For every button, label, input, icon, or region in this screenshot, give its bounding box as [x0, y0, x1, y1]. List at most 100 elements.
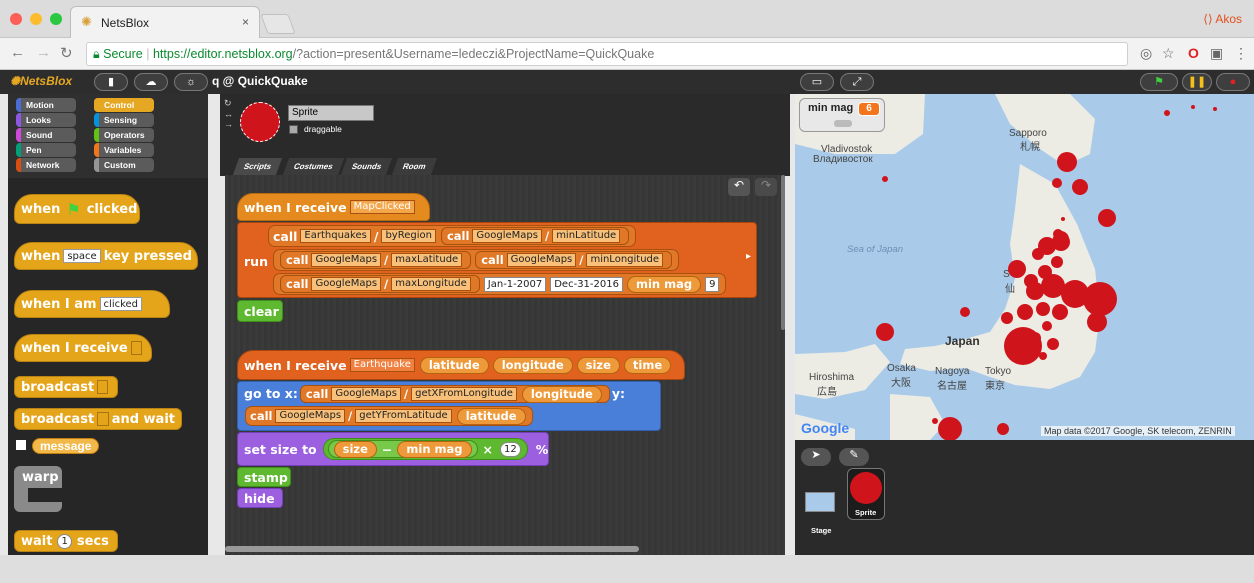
category-variables[interactable]: Variables — [94, 143, 154, 157]
wait-seconds-input[interactable]: 1 — [57, 533, 72, 549]
when-i-am-clicked-block[interactable]: when I am clicked — [14, 290, 170, 318]
minus-operator[interactable]: size − min mag — [327, 440, 478, 458]
tab-room[interactable]: Room — [391, 158, 437, 175]
param-longitude[interactable]: longitude — [492, 356, 573, 374]
when-flag-clicked-block[interactable]: when ⚑ clicked — [14, 194, 140, 224]
size-factor-input[interactable]: 12 — [499, 441, 521, 457]
call-getxfromlongitude[interactable]: call GoogleMaps / getXFromLongitude longitud… — [299, 385, 610, 403]
pause-button[interactable]: ❚❚ — [1182, 73, 1212, 91]
stage[interactable]: min mag 6 Sapporo 札幌 Vladivostok Владиво… — [795, 94, 1254, 440]
run-arrow-icon[interactable]: ▸ — [746, 251, 751, 262]
category-sound[interactable]: Sound — [16, 128, 76, 142]
when-i-receive-block[interactable]: when I receive — [14, 334, 152, 362]
message-reporter[interactable]: message — [32, 438, 100, 454]
tab-scripts[interactable]: Scripts — [232, 158, 283, 175]
star-icon[interactable]: ☆ — [1162, 45, 1175, 62]
location-icon[interactable]: ◎ — [1140, 45, 1152, 62]
earthquake-dropdown[interactable]: Earthquake — [349, 358, 415, 372]
category-custom[interactable]: Custom — [94, 158, 154, 172]
new-tab-button[interactable] — [260, 14, 296, 34]
start-date-input[interactable]: Jan-1-2007 — [483, 276, 547, 292]
call-earthquakes-byregion[interactable]: call Earthquakes / byRegion call GoogleMaps /… — [268, 225, 637, 247]
paint-sprite-button[interactable]: ✎ — [839, 448, 869, 466]
cloud-menu-button[interactable]: ☁ — [134, 73, 168, 91]
opera-icon[interactable]: O — [1188, 45, 1199, 61]
category-motion[interactable]: Motion — [16, 98, 76, 112]
reload-icon[interactable]: ↻ — [60, 44, 73, 62]
param-size[interactable]: size — [576, 356, 620, 374]
earthquake-stamp — [1039, 352, 1047, 360]
redo-button[interactable]: ↷ — [755, 178, 777, 196]
call-minlongitude[interactable]: call GoogleMaps / minLongitude — [475, 251, 673, 269]
earthquake-stamp — [1191, 105, 1195, 109]
broadcast-and-wait-block[interactable]: broadcast and wait — [14, 408, 182, 430]
when-i-receive-mapclicked-block[interactable]: when I receive MapClicked — [237, 193, 430, 221]
set-size-block[interactable]: set size to size − min mag × 12 % — [237, 432, 549, 466]
param-time[interactable]: time — [623, 356, 672, 374]
param-latitude[interactable]: latitude — [419, 356, 489, 374]
limit-input[interactable]: 9 — [705, 276, 720, 292]
broadcast-block[interactable]: broadcast — [14, 376, 118, 398]
script-vertical-scrollbar[interactable] — [781, 175, 785, 330]
forward-icon[interactable]: → — [36, 44, 51, 61]
minimize-window-icon[interactable] — [30, 13, 42, 25]
close-window-icon[interactable] — [10, 13, 22, 25]
file-menu-button[interactable]: ▮ — [94, 73, 128, 91]
maximize-window-icon[interactable] — [50, 13, 62, 25]
extension-icon[interactable]: ▣ — [1210, 45, 1223, 62]
byregion-args-row-1: call GoogleMaps / maxLatitude call GoogleMap… — [273, 249, 680, 271]
stop-button[interactable]: ● — [1216, 73, 1250, 91]
tab-close-icon[interactable]: × — [242, 15, 249, 29]
stamp-block[interactable]: stamp — [237, 467, 291, 487]
times-operator[interactable]: size − min mag × 12 — [322, 438, 528, 460]
min-mag-variable[interactable]: min mag — [626, 275, 702, 293]
wait-secs-block[interactable]: wait 1 secs — [14, 530, 118, 552]
category-control[interactable]: Control — [94, 98, 154, 112]
message-dropdown[interactable] — [130, 341, 142, 355]
category-looks[interactable]: Looks — [16, 113, 76, 127]
add-turtle-button[interactable]: ➤ — [801, 448, 831, 466]
netsblox-logo[interactable]: ✺NetsBlox — [10, 74, 72, 88]
clear-block[interactable]: clear — [237, 300, 283, 322]
call-minlatitude[interactable]: call GoogleMaps / minLatitude — [440, 227, 630, 245]
settings-menu-button[interactable]: ☼ — [174, 73, 208, 91]
sprite-name-input[interactable]: Sprite — [288, 105, 374, 121]
undo-button[interactable]: ↶ — [728, 178, 750, 196]
back-icon[interactable]: ← — [10, 44, 25, 61]
green-flag-button[interactable]: ⚑ — [1140, 73, 1178, 91]
category-sensing[interactable]: Sensing — [94, 113, 154, 127]
call-getyfromlatitude[interactable]: call GoogleMaps / getYFromLatitude latitude — [245, 406, 533, 426]
broadcast-wait-dropdown[interactable] — [97, 412, 109, 426]
when-key-pressed-block[interactable]: when space key pressed — [14, 242, 198, 270]
tab-sounds[interactable]: Sounds — [340, 158, 393, 175]
normal-stage-button[interactable]: ▭ — [800, 73, 834, 91]
earthquake-stamp — [932, 418, 938, 424]
warp-block[interactable]: warp — [14, 466, 62, 512]
call-maxlongitude[interactable]: call GoogleMaps / maxLongitude — [280, 275, 480, 293]
stage-thumbnail[interactable] — [805, 492, 835, 512]
url-input[interactable]: 🔒︎ Secure | https://editor.netsblox.org/… — [86, 42, 1128, 66]
category-operators[interactable]: Operators — [94, 128, 154, 142]
hide-block[interactable]: hide — [237, 488, 283, 508]
profile-button[interactable]: ⟨⟩ Akos — [1203, 12, 1242, 26]
sprite-icon-selected[interactable]: Sprite — [847, 468, 885, 520]
broadcast-dropdown[interactable] — [97, 380, 108, 394]
interaction-dropdown[interactable]: clicked — [99, 297, 143, 311]
menu-icon[interactable]: ⋮ — [1234, 45, 1248, 62]
category-pen[interactable]: Pen — [16, 143, 76, 157]
draggable-checkbox[interactable] — [289, 125, 298, 134]
tab-costumes[interactable]: Costumes — [282, 158, 344, 175]
end-date-input[interactable]: Dec-31-2016 — [550, 276, 623, 292]
earthquake-stamp — [1052, 304, 1068, 320]
mapclicked-dropdown[interactable]: MapClicked — [349, 200, 415, 214]
category-network[interactable]: Network — [16, 158, 76, 172]
call-maxlatitude[interactable]: call GoogleMaps / maxLatitude — [280, 251, 472, 269]
address-toolbar: ← → ↻ 🔒︎ Secure | https://editor.netsblo… — [0, 38, 1254, 70]
message-checkbox[interactable] — [16, 440, 26, 450]
script-horizontal-scrollbar[interactable] — [225, 546, 639, 552]
when-i-receive-earthquake-block[interactable]: when I receive Earthquake latitude longit… — [237, 350, 685, 380]
key-dropdown[interactable]: space — [63, 249, 101, 263]
browser-tab[interactable]: ✺ NetsBlox × — [70, 6, 260, 38]
fullscreen-button[interactable]: ⤢ — [840, 73, 874, 91]
rotation-style-icons[interactable]: ↻ ↔ → — [224, 98, 233, 129]
